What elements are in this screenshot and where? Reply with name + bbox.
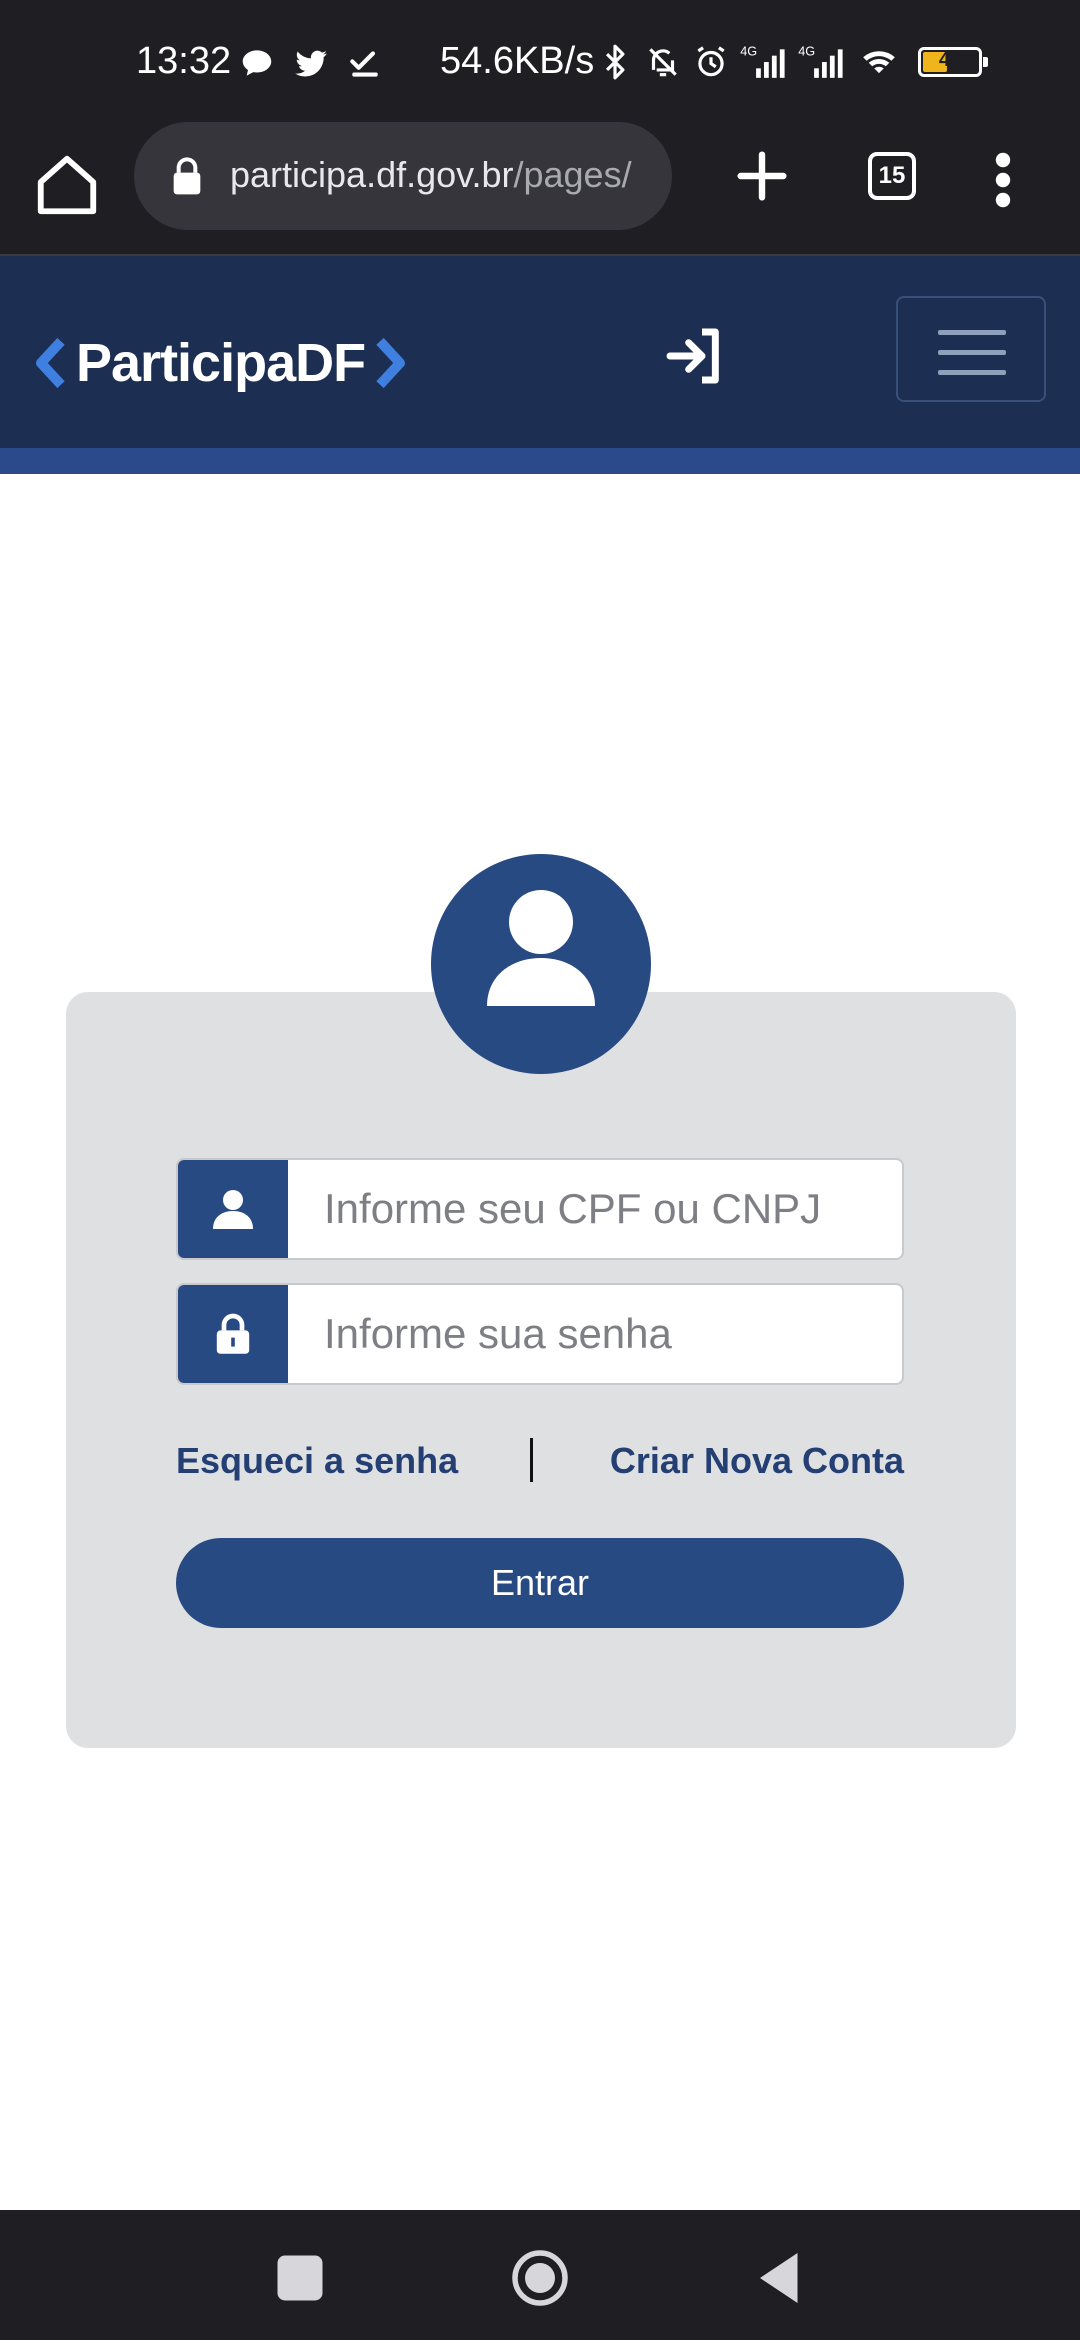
user-icon	[213, 1190, 253, 1229]
avatar	[431, 854, 651, 1074]
chevron-left-icon	[35, 338, 65, 388]
alarm-icon	[697, 46, 725, 77]
twitter-icon	[295, 50, 327, 77]
user-avatar-icon	[487, 890, 595, 1006]
system-icons: 4G 4G 41	[596, 38, 988, 86]
forgot-password-link[interactable]: Esqueci a senha	[176, 1440, 458, 1482]
status-bar: 13:32 54.6KB/s 4G 4G 41	[0, 0, 1080, 122]
password-input[interactable]	[288, 1285, 898, 1383]
site-header: ParticipaDF	[0, 256, 1080, 448]
signal-4g-icon: 4G	[798, 45, 843, 78]
tab-switcher-button[interactable]: 15	[868, 152, 916, 200]
header-stripe	[0, 448, 1080, 474]
svg-text:4G: 4G	[740, 45, 757, 59]
auth-links: Esqueci a senha Criar Nova Conta	[176, 1436, 904, 1490]
cpf-cnpj-input[interactable]	[288, 1160, 898, 1258]
create-account-link[interactable]: Criar Nova Conta	[610, 1440, 904, 1482]
link-divider	[530, 1438, 533, 1482]
logo-text: ParticipaDF	[76, 333, 366, 393]
bluetooth-icon	[605, 44, 625, 80]
status-time: 13:32	[136, 40, 232, 82]
lock-icon	[173, 157, 201, 195]
download-done-icon	[350, 51, 378, 77]
password-field	[176, 1283, 904, 1385]
site-logo[interactable]: ParticipaDF	[34, 328, 407, 398]
url-path: /pages/	[513, 154, 632, 195]
chat-icon	[242, 50, 272, 76]
chevron-right-icon	[376, 338, 406, 388]
more-options-icon[interactable]	[988, 150, 1018, 210]
home-icon[interactable]	[32, 150, 102, 220]
recents-icon[interactable]	[270, 2248, 330, 2308]
back-icon[interactable]	[750, 2248, 810, 2308]
system-nav-bar	[0, 2210, 1080, 2340]
menu-toggle-button[interactable]	[896, 296, 1046, 402]
url-text: participa.df.gov.br/pages/	[230, 154, 632, 196]
login-button[interactable]: Entrar	[176, 1538, 904, 1628]
new-tab-icon[interactable]	[730, 144, 794, 208]
battery-level: 41	[938, 49, 962, 71]
lock-icon	[216, 1313, 250, 1354]
address-bar[interactable]: participa.df.gov.br/pages/	[134, 122, 672, 230]
home-nav-icon[interactable]	[510, 2248, 570, 2308]
user-field-icon-box	[178, 1160, 288, 1258]
browser-toolbar: participa.df.gov.br/pages/ 15	[0, 122, 1080, 256]
notification-icons	[238, 40, 384, 86]
url-host: participa.df.gov.br	[230, 154, 514, 195]
network-speed: 54.6KB/s	[440, 40, 595, 82]
user-field	[176, 1158, 904, 1260]
sign-in-icon[interactable]	[662, 324, 726, 388]
signal-4g-icon: 4G	[740, 45, 785, 78]
battery-icon: 41	[918, 47, 988, 77]
password-field-icon-box	[178, 1285, 288, 1383]
muted-bell-icon	[649, 48, 677, 77]
svg-text:4G: 4G	[798, 45, 815, 59]
wifi-icon	[863, 51, 895, 74]
